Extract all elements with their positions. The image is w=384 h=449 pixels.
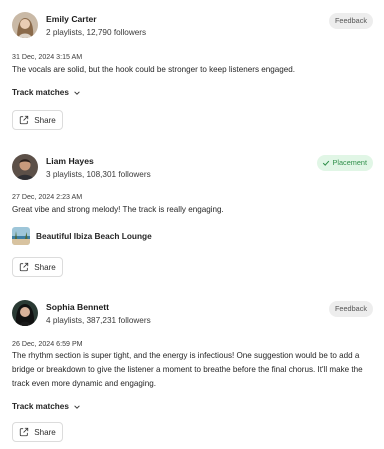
track-matches-label: Track matches xyxy=(12,88,69,97)
avatar-image xyxy=(12,154,38,180)
share-button[interactable]: Share xyxy=(12,257,63,277)
chevron-down-icon xyxy=(74,404,80,409)
share-button[interactable]: Share xyxy=(12,110,63,130)
avatar[interactable] xyxy=(12,154,38,180)
track-cover-image xyxy=(12,227,30,245)
comment-text: The vocals are solid, but the hook could… xyxy=(12,65,296,74)
chevron-down-icon xyxy=(74,90,80,95)
track-matches-toggle[interactable]: Track matches xyxy=(12,88,81,97)
matched-track[interactable]: Beautiful Ibiza Beach Lounge xyxy=(12,227,152,245)
user-name[interactable]: Emily Carter xyxy=(46,14,97,24)
comment-date: 26 Dec, 2024 6:59 PM xyxy=(12,340,83,348)
comment-date: 31 Dec, 2024 3:15 AM xyxy=(12,53,83,61)
user-followers: 3 playlists, 108,301 followers xyxy=(46,170,151,179)
status-badge: Placement xyxy=(316,155,373,171)
avatar[interactable] xyxy=(12,12,38,38)
comment-date: 27 Dec, 2024 2:23 AM xyxy=(12,193,83,201)
check-icon xyxy=(322,160,329,166)
status-badge: Feedback xyxy=(328,301,373,317)
share-label: Share xyxy=(34,427,56,437)
share-icon xyxy=(20,115,29,125)
avatar[interactable] xyxy=(12,300,38,326)
user-name[interactable]: Liam Hayes xyxy=(46,156,94,166)
share-button[interactable]: Share xyxy=(12,422,63,442)
status-badge-label: Placement xyxy=(332,158,367,167)
comment-text: The rhythm section is super tight, and t… xyxy=(12,351,363,388)
track-name: Beautiful Ibiza Beach Lounge xyxy=(36,231,152,241)
user-followers: 2 playlists, 12,790 followers xyxy=(46,28,147,37)
share-icon xyxy=(20,262,29,272)
share-label: Share xyxy=(34,115,56,125)
status-badge: Feedback xyxy=(328,13,373,29)
share-icon xyxy=(20,427,29,437)
user-name[interactable]: Sophia Bennett xyxy=(46,302,109,312)
comment-text: Great vibe and strong melody! The track … xyxy=(12,205,224,214)
track-matches-toggle[interactable]: Track matches xyxy=(12,402,81,411)
track-matches-label: Track matches xyxy=(12,402,69,411)
track-thumbnail xyxy=(12,227,30,245)
avatar-image xyxy=(12,12,38,38)
user-followers: 4 playlists, 387,231 followers xyxy=(46,316,151,325)
share-label: Share xyxy=(34,262,56,272)
avatar-image xyxy=(12,300,38,326)
